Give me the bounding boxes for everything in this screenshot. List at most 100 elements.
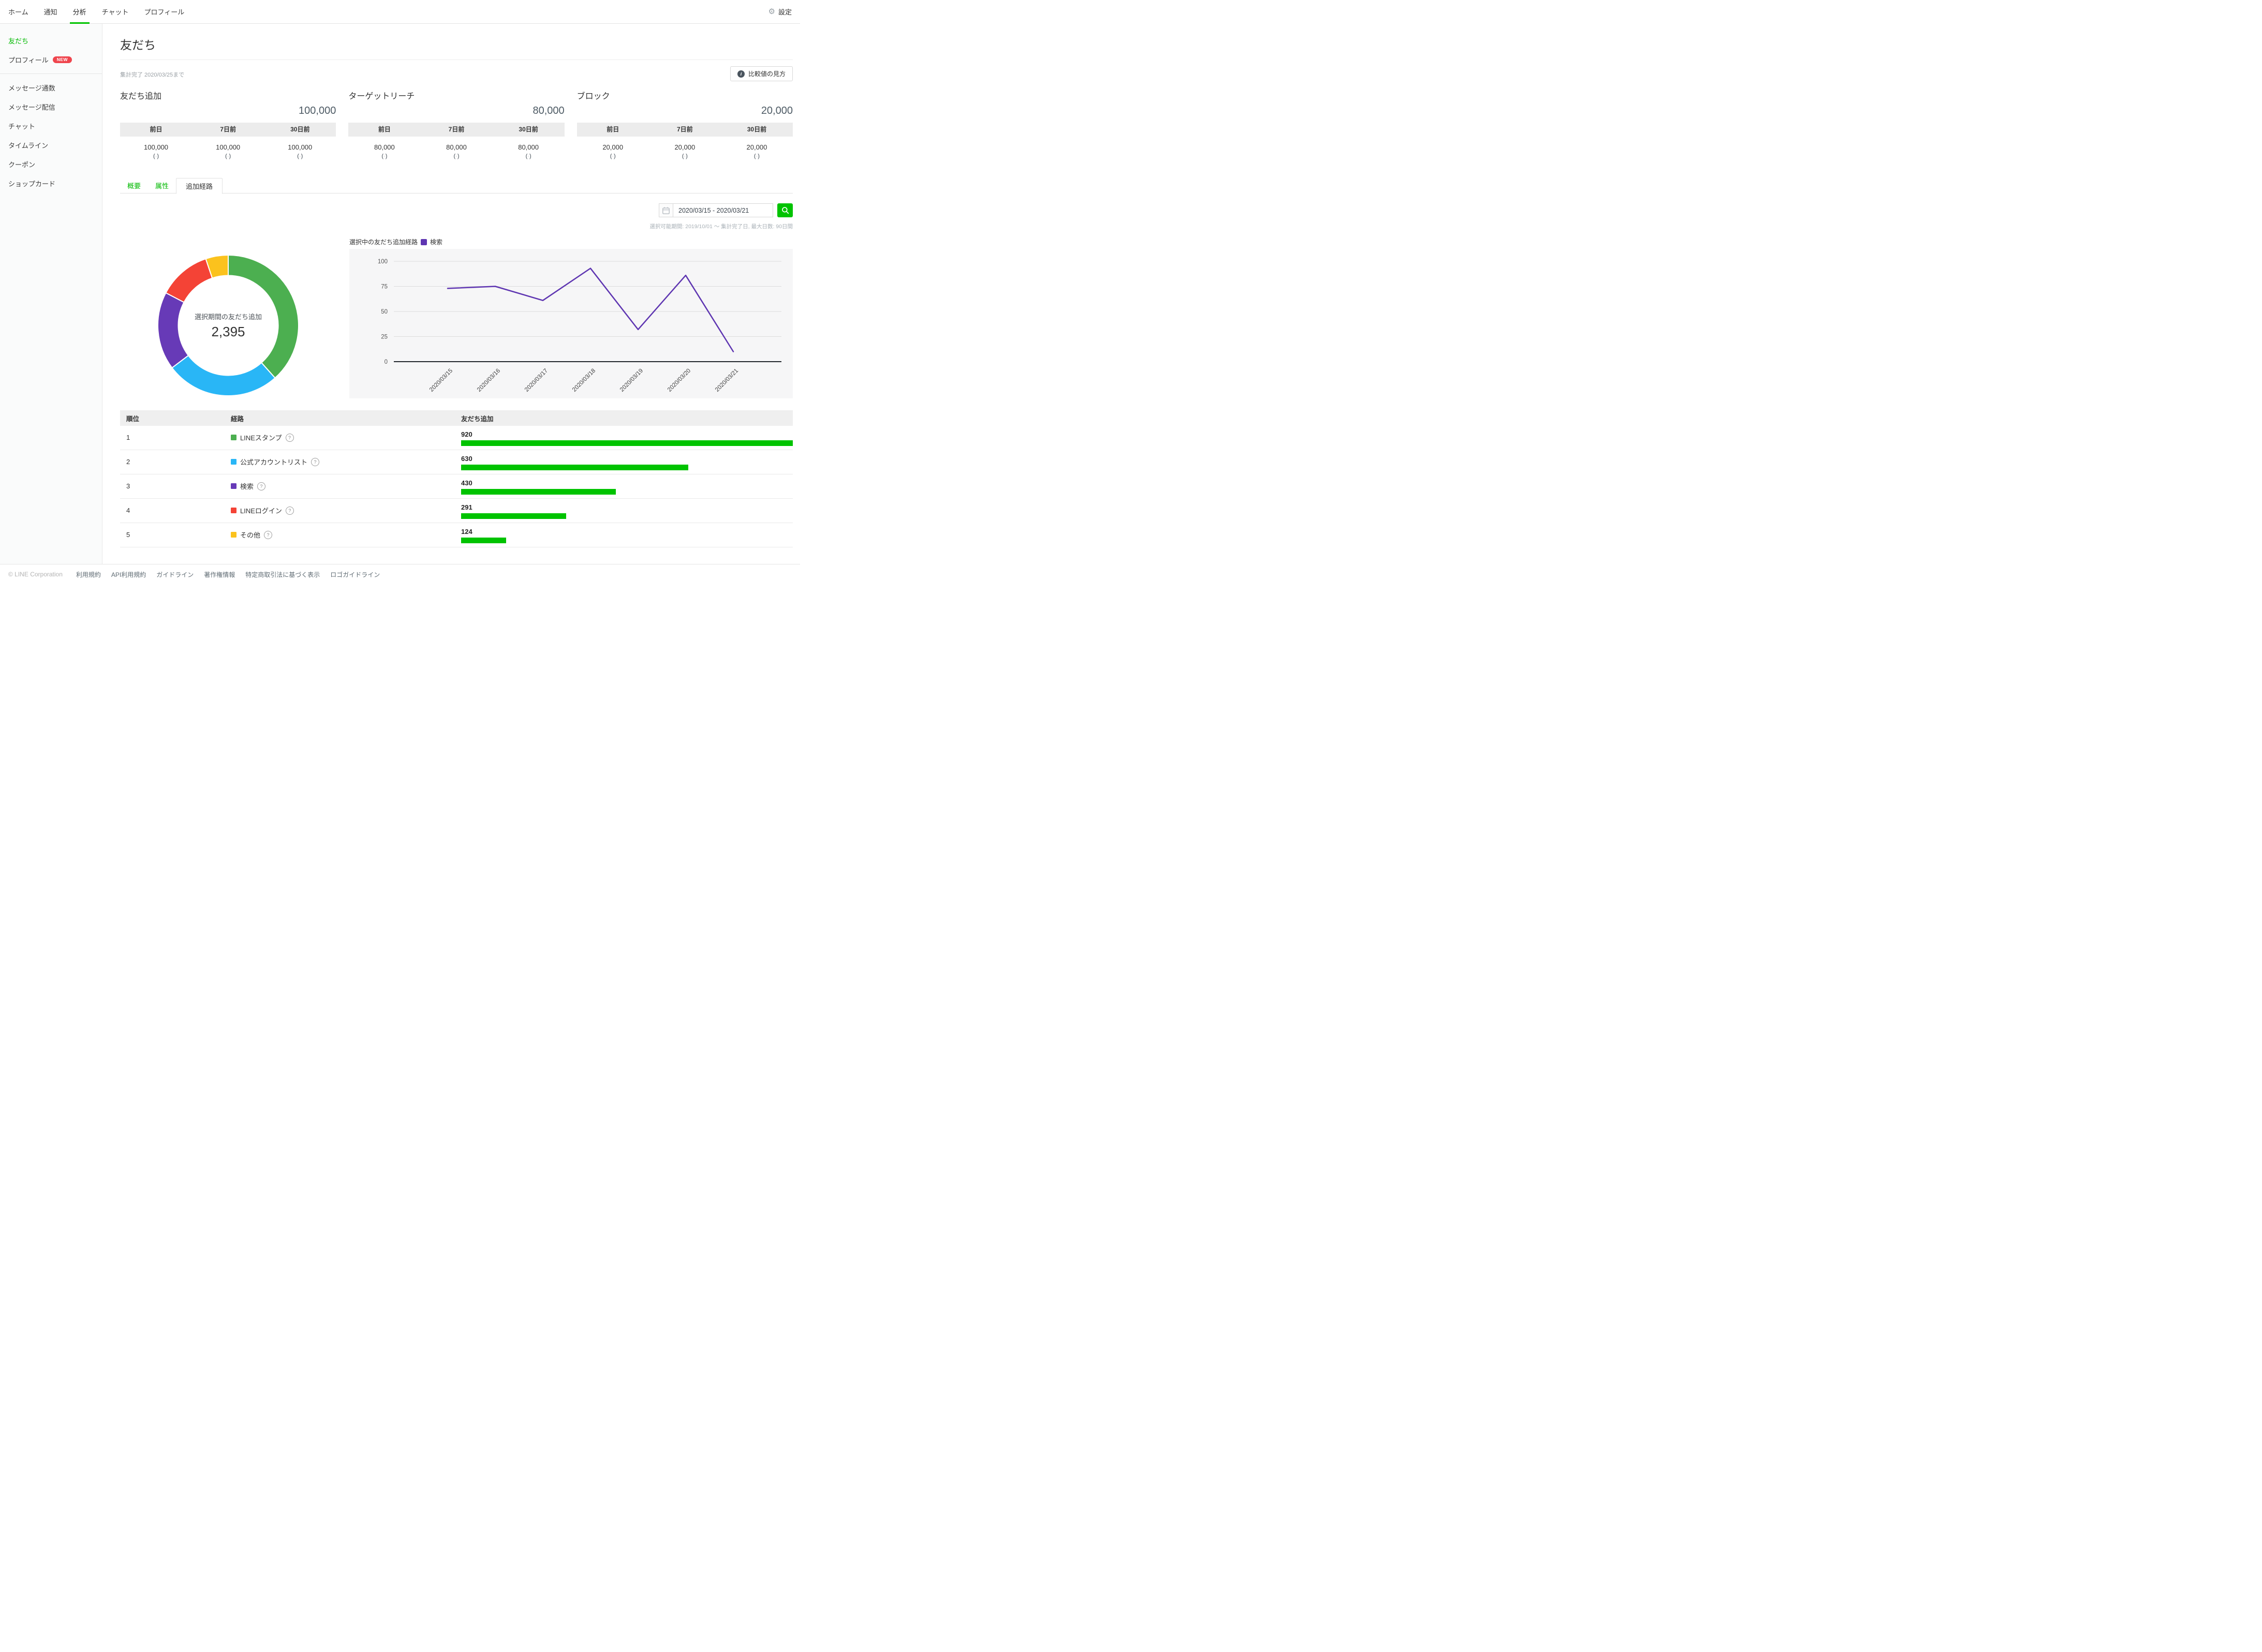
stat-value: 20,000 (649, 143, 721, 151)
sidebar-item-message-delivery[interactable]: メッセージ配信 (0, 97, 102, 116)
header-rank: 順位 (120, 413, 225, 423)
title-divider (120, 59, 793, 60)
svg-text:100: 100 (378, 259, 388, 265)
help-icon[interactable]: ? (257, 482, 265, 490)
stat-comparison: (-) (120, 153, 192, 159)
calendar-icon (662, 206, 670, 215)
route-color-swatch (231, 459, 236, 465)
settings-button[interactable]: ⚙ 設定 (768, 7, 792, 17)
stat-table-header: 前日 7日前 30日前 (120, 123, 336, 137)
rank-cell: 3 (120, 474, 225, 498)
rank-cell: 5 (120, 523, 225, 547)
date-range-note: 選択可能期間: 2019/10/01 〜 集計完了日, 最大日数: 90日間 (649, 222, 793, 230)
stat-comparison: (-) (577, 153, 649, 159)
friends-added-bar (461, 538, 506, 543)
rank-cell: 1 (120, 426, 225, 450)
route-color-swatch (231, 435, 236, 440)
stat-total: 80,000 (348, 105, 564, 117)
help-icon[interactable]: ? (286, 434, 294, 442)
tab-add-route-active[interactable]: 追加経路 (176, 178, 223, 194)
stat-value: 80,000 (420, 143, 492, 151)
col-7-days: 7日前 (192, 123, 264, 137)
friends-added-value: 430 (461, 474, 793, 487)
friends-tabs: 概要 属性 追加経路 (120, 177, 793, 194)
sidebar-item-label: メッセージ配信 (8, 102, 55, 112)
friends-added-value: 124 (461, 523, 793, 535)
col-7-days: 7日前 (649, 123, 721, 137)
page-title: 友だち (120, 35, 156, 53)
stat-comparison: (-) (192, 153, 264, 159)
sidebar-item-friends[interactable]: 友だち (0, 31, 102, 50)
friends-added-value: 630 (461, 450, 793, 463)
calendar-button[interactable] (659, 203, 673, 217)
footer: © LINE Corporation 利用規約 API利用規約 ガイドライン 著… (0, 564, 800, 584)
sidebar-item-shop-card[interactable]: ショップカード (0, 174, 102, 193)
top-navigation: ホーム 通知 分析 チャット プロフィール ⚙ 設定 (0, 0, 800, 24)
svg-text:2020/03/16: 2020/03/16 (476, 368, 501, 393)
donut-svg (158, 255, 299, 396)
nav-item-home[interactable]: ホーム (8, 0, 28, 24)
stat-value: 80,000 (493, 143, 565, 151)
tab-overview[interactable]: 概要 (120, 177, 148, 193)
aggregation-note: 集計完了 2020/03/25まで (120, 70, 184, 79)
table-row: 5 その他 ? 124 (120, 523, 793, 547)
col-prev-day: 前日 (348, 123, 420, 137)
rank-cell: 4 (120, 499, 225, 523)
table-row: 1 LINEスタンプ ? 920 (120, 426, 793, 450)
sidebar-item-message-count[interactable]: メッセージ通数 (0, 78, 102, 97)
stat-comparison: (-) (649, 153, 721, 159)
footer-link-terms[interactable]: 利用規約 (76, 570, 101, 579)
sidebar-item-chat[interactable]: チャット (0, 116, 102, 136)
help-icon[interactable]: ? (311, 458, 319, 466)
svg-text:0: 0 (385, 359, 388, 365)
friends-added-bar (461, 465, 688, 470)
date-range-input[interactable] (673, 203, 773, 217)
search-icon (781, 206, 790, 215)
col-prev-day: 前日 (120, 123, 192, 137)
line-chart-svg: 02550751002020/03/152020/03/162020/03/17… (349, 249, 793, 398)
stat-comparison: (-) (493, 153, 565, 159)
footer-link-commercial-law[interactable]: 特定商取引法に基づく表示 (245, 570, 320, 579)
settings-label: 設定 (778, 7, 792, 17)
nav-item-profile[interactable]: プロフィール (144, 0, 185, 24)
analytics-sidebar: 友だち プロフィール NEW メッセージ通数 メッセージ配信 チャット タイムラ… (0, 24, 102, 564)
stat-comparison: (-) (420, 153, 492, 159)
help-icon[interactable]: ? (286, 507, 294, 515)
sidebar-item-label: 友だち (8, 36, 28, 46)
sidebar-item-label: クーポン (8, 159, 35, 169)
friends-added-bar (461, 440, 793, 446)
stat-panel-friends-added: 友だち追加 100,000 前日 7日前 30日前 100,000(-) 100… (120, 89, 336, 159)
help-icon[interactable]: ? (264, 531, 272, 539)
sidebar-item-coupon[interactable]: クーポン (0, 155, 102, 174)
route-color-swatch (231, 508, 236, 513)
stat-value: 20,000 (577, 143, 649, 151)
sidebar-item-timeline[interactable]: タイムライン (0, 136, 102, 155)
nav-item-analytics[interactable]: 分析 (73, 0, 86, 24)
footer-link-logo-guidelines[interactable]: ロゴガイドライン (330, 570, 380, 579)
compare-values-button[interactable]: i 比較値の見方 (730, 66, 793, 81)
stat-comparison: (-) (348, 153, 420, 159)
header-friends-added: 友だち追加 (461, 413, 793, 423)
legend-prefix: 選択中の友だち追加経路 (349, 237, 418, 246)
stat-table-values: 80,000(-) 80,000(-) 80,000(-) (348, 137, 564, 159)
svg-text:2020/03/17: 2020/03/17 (524, 368, 549, 393)
stat-value: 100,000 (192, 143, 264, 151)
svg-text:2020/03/18: 2020/03/18 (571, 368, 597, 393)
gear-icon: ⚙ (768, 8, 775, 16)
friends-added-bar (461, 489, 616, 495)
svg-text:75: 75 (381, 284, 388, 290)
stat-table-values: 100,000(-) 100,000(-) 100,000(-) (120, 137, 336, 159)
stat-comparison: (-) (721, 153, 793, 159)
nav-item-notifications[interactable]: 通知 (44, 0, 57, 24)
sidebar-item-profile[interactable]: プロフィール NEW (0, 50, 102, 69)
table-row: 3 検索 ? 430 (120, 474, 793, 499)
tab-attributes[interactable]: 属性 (148, 177, 176, 193)
footer-link-api-terms[interactable]: API利用規約 (111, 570, 146, 579)
footer-link-copyright-info[interactable]: 著作権情報 (204, 570, 235, 579)
search-button[interactable] (777, 203, 793, 217)
footer-link-guidelines[interactable]: ガイドライン (156, 570, 194, 579)
nav-item-chat[interactable]: チャット (102, 0, 129, 24)
copyright: © LINE Corporation (8, 571, 63, 578)
stat-total: 20,000 (577, 105, 793, 117)
stat-value: 20,000 (721, 143, 793, 151)
